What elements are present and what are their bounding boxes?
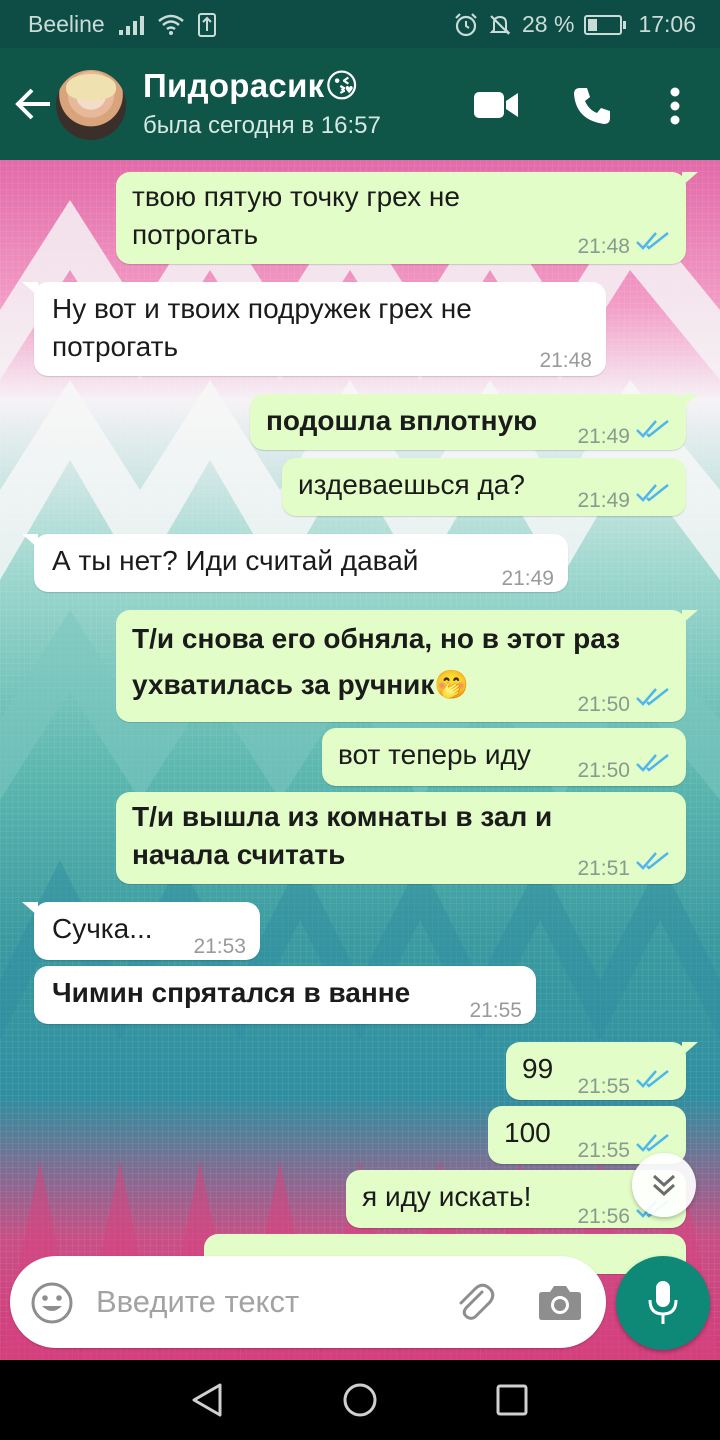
message-bubble-incoming[interactable]: Ну вот и твоих подружек грех не потрогат…: [22, 282, 606, 376]
read-receipt-icon: [636, 754, 669, 772]
message-text: Сучка...: [52, 913, 153, 944]
message-bubble-incoming[interactable]: А ты нет? Иди считай давай 21:49: [22, 534, 568, 592]
message-time: 21:48: [539, 349, 592, 372]
read-receipt-icon: [636, 852, 669, 870]
message-time: 21:48: [577, 235, 630, 258]
paperclip-icon[interactable]: [452, 1280, 496, 1324]
message-time: 21:49: [577, 425, 630, 448]
avatar[interactable]: [56, 70, 126, 140]
more-vert-icon[interactable]: [668, 86, 682, 126]
message-time: 21:51: [577, 857, 630, 880]
message-time: 21:55: [577, 1075, 630, 1098]
nav-home-icon[interactable]: [342, 1382, 378, 1418]
message-bubble-incoming[interactable]: Сучка... 21:53: [22, 902, 260, 960]
message-time: 21:56: [577, 1205, 630, 1228]
video-call-icon[interactable]: [474, 90, 520, 120]
message-time: 21:50: [577, 759, 630, 782]
message-text: потрогать: [132, 219, 259, 250]
emoji-icon[interactable]: [30, 1281, 74, 1325]
message-time: 21:55: [577, 1139, 630, 1162]
mic-icon: [648, 1281, 678, 1324]
nav-recents-icon[interactable]: [496, 1384, 528, 1416]
message-text: 100: [504, 1117, 551, 1148]
read-receipt-icon: [636, 484, 669, 502]
message-time: 21:50: [577, 693, 630, 716]
message-text: вот теперь иду: [338, 739, 531, 770]
chat-header: Пидорасик😘 была сегодня в 16:57: [0, 48, 720, 160]
message-text: потрогать: [52, 331, 179, 362]
message-text: Т/и снова его обняла, но в этот раз: [132, 623, 621, 654]
message-text: начала считать: [132, 839, 346, 870]
double-chevron-down-icon: [652, 1174, 676, 1197]
message-time: 21:49: [577, 489, 630, 512]
arrow-left-icon[interactable]: [14, 86, 54, 122]
message-text: ухватилась за ручник🤭: [132, 669, 470, 700]
message-bubble-incoming[interactable]: Чимин спрятался в ванне 21:55: [34, 966, 536, 1024]
nav-back-icon[interactable]: [190, 1382, 224, 1418]
message-text: я иду искать!: [362, 1181, 532, 1212]
battery-percent: 28 %: [522, 11, 575, 37]
message-text: издеваешься да?: [298, 469, 525, 500]
scroll-to-bottom-button[interactable]: [632, 1153, 696, 1217]
carrier-name: Beeline: [28, 11, 105, 37]
message-text: Ну вот и твоих подружек грех не: [52, 293, 472, 324]
signal-icon: [118, 15, 144, 35]
status-bar: Beeline 28 % 17:06: [0, 0, 720, 48]
message-text: Чимин спрятался в ванне: [52, 977, 411, 1008]
read-receipt-icon: [636, 420, 669, 438]
phone-icon[interactable]: [572, 86, 612, 126]
message-text: подошла вплотную: [266, 405, 538, 436]
message-bubble-outgoing[interactable]: твою пятую точку грех не потрогать 21:48: [116, 172, 698, 264]
message-time: 21:49: [501, 567, 554, 590]
data-transfer-icon: [197, 12, 216, 37]
message-text: твою пятую точку грех не: [132, 181, 460, 212]
message-bubble-outgoing[interactable]: вот теперь иду 21:50: [322, 728, 686, 786]
message-bubble-outgoing[interactable]: 99 21:55: [506, 1042, 698, 1100]
read-receipt-icon: [636, 688, 669, 706]
system-nav-bar: [0, 1360, 720, 1440]
contact-name[interactable]: Пидорасик😘: [143, 66, 359, 105]
message-time: 21:55: [469, 999, 522, 1022]
mute-notifications-icon: [489, 14, 511, 35]
message-bubble-outgoing[interactable]: издеваешься да? 21:49: [282, 458, 686, 516]
message-composer[interactable]: Введите текст: [10, 1256, 606, 1348]
message-input[interactable]: Введите текст: [96, 1284, 299, 1320]
clock: 17:06: [638, 11, 696, 37]
camera-icon[interactable]: [538, 1282, 582, 1322]
message-text: А ты нет? Иди считай давай: [52, 545, 419, 576]
message-bubble-outgoing[interactable]: подошла вплотную 21:49: [250, 394, 698, 450]
battery-icon: [584, 14, 627, 35]
read-receipt-icon: [636, 1070, 669, 1088]
read-receipt-icon: [636, 232, 669, 250]
wifi-icon: [157, 14, 184, 35]
message-bubble-outgoing[interactable]: Т/и вышла из комнаты в зал и начала счит…: [116, 792, 686, 884]
message-bubble-outgoing[interactable]: Т/и снова его обняла, но в этот раз ухва…: [116, 610, 698, 722]
last-seen-status: была сегодня в 16:57: [143, 112, 381, 139]
message-time: 21:53: [193, 935, 246, 958]
alarm-icon: [455, 12, 477, 36]
chat-area[interactable]: твою пятую точку грех не потрогать 21:48…: [0, 160, 720, 1360]
message-text: 99: [522, 1053, 554, 1084]
message-text: Т/и вышла из комнаты в зал и: [132, 801, 553, 832]
read-receipt-icon: [636, 1134, 669, 1152]
voice-record-button[interactable]: [616, 1256, 710, 1350]
